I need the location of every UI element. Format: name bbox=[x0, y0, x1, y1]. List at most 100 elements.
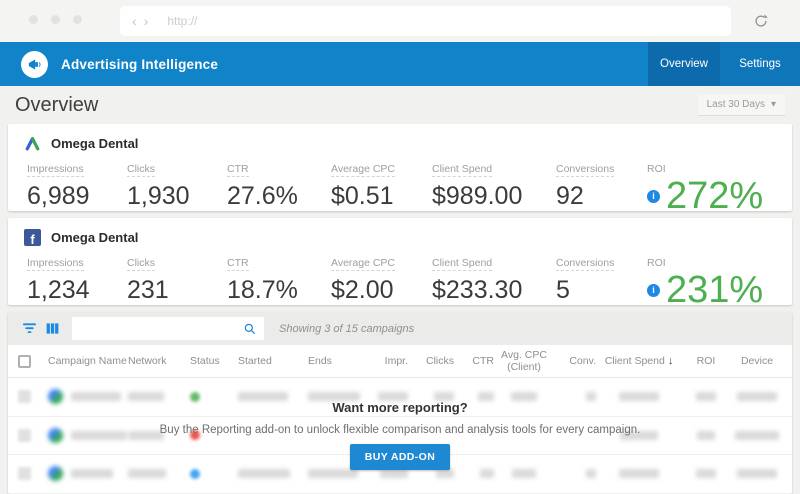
blurred-cell bbox=[696, 392, 716, 401]
campaign-card-facebook: f Omega Dental Impressions 1,234 Clicks … bbox=[8, 218, 792, 305]
metric-label: Clicks bbox=[127, 257, 155, 271]
filter-icon[interactable] bbox=[22, 322, 37, 335]
blurred-cell bbox=[128, 431, 164, 440]
tab-overview[interactable]: Overview bbox=[648, 42, 720, 86]
search-box[interactable] bbox=[72, 317, 264, 340]
address-bar[interactable]: ‹ › bbox=[120, 6, 731, 36]
column-header-device[interactable]: Device bbox=[730, 355, 784, 367]
info-icon[interactable]: i bbox=[647, 284, 660, 297]
blurred-cell bbox=[434, 392, 454, 401]
page-title: Overview bbox=[15, 94, 98, 117]
table-toolbar: Showing 3 of 15 campaigns bbox=[8, 312, 792, 345]
column-header-conversions[interactable]: Conv. bbox=[554, 355, 596, 367]
column-header-campaign-name[interactable]: Campaign Name bbox=[48, 355, 128, 367]
page-header: Overview Last 30 Days ▾ bbox=[8, 86, 792, 124]
select-all-checkbox[interactable] bbox=[18, 355, 31, 368]
row-checkbox[interactable] bbox=[18, 467, 31, 480]
metric-label: Impressions bbox=[27, 163, 84, 177]
campaigns-table: Showing 3 of 15 campaigns Campaign Name … bbox=[8, 312, 792, 494]
header-tabs: Overview Settings bbox=[648, 42, 800, 86]
blurred-cell bbox=[128, 392, 164, 401]
search-icon[interactable] bbox=[243, 322, 257, 336]
metric-label: Client Spend bbox=[432, 257, 492, 271]
sort-desc-icon[interactable]: ↓ bbox=[668, 355, 674, 368]
metrics-row: Impressions 6,989 Clicks 1,930 CTR 27.6%… bbox=[8, 152, 792, 213]
metric-clicks: Clicks 1,930 bbox=[127, 159, 227, 213]
blurred-cell bbox=[620, 431, 658, 440]
metric-client-spend: Client Spend $233.30 bbox=[432, 253, 556, 307]
metric-value: 92 bbox=[556, 183, 647, 211]
column-header-label: Client Spend bbox=[605, 355, 665, 367]
metric-value: $0.51 bbox=[331, 183, 432, 211]
metric-label: Average CPC bbox=[331, 257, 395, 271]
metric-value: 231 bbox=[127, 277, 227, 305]
blurred-cell bbox=[378, 392, 408, 401]
blurred-cell bbox=[478, 392, 494, 401]
column-header-roi[interactable]: ROI bbox=[682, 355, 730, 367]
facebook-icon: f bbox=[24, 229, 41, 246]
column-header-ends[interactable]: Ends bbox=[300, 355, 364, 367]
blurred-cell bbox=[737, 392, 777, 401]
metric-label: Client Spend bbox=[432, 163, 492, 177]
column-header-network[interactable]: Network bbox=[128, 355, 184, 367]
roi-value: 231% bbox=[666, 273, 763, 307]
metric-value: 6,989 bbox=[27, 183, 127, 211]
search-input[interactable] bbox=[79, 323, 243, 335]
tab-settings[interactable]: Settings bbox=[720, 42, 800, 86]
forward-icon[interactable]: › bbox=[144, 14, 149, 28]
column-header-started[interactable]: Started bbox=[230, 355, 300, 367]
back-icon[interactable]: ‹ bbox=[132, 14, 137, 28]
blurred-cell bbox=[619, 469, 659, 478]
url-input[interactable] bbox=[167, 14, 719, 28]
metric-client-spend: Client Spend $989.00 bbox=[432, 159, 556, 213]
column-header-avg-cpc[interactable]: Avg. CPC (Client) bbox=[494, 349, 554, 373]
page-content: Overview Last 30 Days ▾ Omega Dental Imp… bbox=[0, 86, 800, 494]
window-dot-icon bbox=[29, 15, 38, 24]
table-body: Want more reporting? Buy the Reporting a… bbox=[8, 378, 792, 494]
row-checkbox[interactable] bbox=[18, 429, 31, 442]
network-icon bbox=[48, 466, 63, 481]
buy-addon-button[interactable]: BUY ADD-ON bbox=[350, 444, 451, 470]
blurred-cell bbox=[480, 469, 494, 478]
column-header-clicks[interactable]: Clicks bbox=[408, 355, 454, 367]
metrics-row: Impressions 1,234 Clicks 231 CTR 18.7% A… bbox=[8, 246, 792, 307]
metric-value: 1,234 bbox=[27, 277, 127, 305]
blurred-cell bbox=[696, 469, 716, 478]
app-title: Advertising Intelligence bbox=[61, 57, 218, 72]
metric-label: CTR bbox=[227, 257, 249, 271]
results-count: Showing 3 of 15 campaigns bbox=[279, 323, 414, 335]
screen: ‹ › Advertising Intelligence Overview Se… bbox=[0, 0, 800, 494]
metric-value: $989.00 bbox=[432, 183, 556, 211]
blurred-cell bbox=[238, 469, 290, 478]
status-dot bbox=[190, 392, 200, 402]
metric-impressions: Impressions 6,989 bbox=[27, 159, 127, 213]
row-checkbox[interactable] bbox=[18, 390, 31, 403]
column-header-client-spend[interactable]: Client Spend ↓ bbox=[596, 355, 682, 368]
blurred-cell bbox=[619, 392, 659, 401]
blurred-cell bbox=[71, 469, 113, 478]
app-header: Advertising Intelligence Overview Settin… bbox=[0, 42, 800, 86]
blurred-cell bbox=[71, 392, 121, 401]
blurred-cell bbox=[308, 392, 360, 401]
column-header-impressions[interactable]: Impr. bbox=[364, 355, 408, 367]
blurred-cell bbox=[308, 469, 358, 478]
browser-chrome: ‹ › bbox=[0, 0, 800, 42]
account-name: Omega Dental bbox=[51, 136, 138, 151]
blurred-cell bbox=[71, 431, 127, 440]
columns-icon[interactable] bbox=[46, 323, 59, 334]
metric-label: Conversions bbox=[556, 257, 614, 271]
refresh-icon[interactable] bbox=[752, 12, 770, 30]
metric-clicks: Clicks 231 bbox=[127, 253, 227, 307]
blurred-cell bbox=[697, 431, 715, 440]
table-header-row: Campaign Name Network Status Started End… bbox=[8, 345, 792, 378]
column-header-ctr[interactable]: CTR bbox=[454, 355, 494, 367]
metric-value: 1,930 bbox=[127, 183, 227, 211]
metric-label: Impressions bbox=[27, 257, 84, 271]
blurred-cell bbox=[512, 469, 536, 478]
column-header-status[interactable]: Status bbox=[184, 355, 230, 367]
date-range-dropdown[interactable]: Last 30 Days ▾ bbox=[698, 94, 785, 116]
info-icon[interactable]: i bbox=[647, 190, 660, 203]
metric-label: Clicks bbox=[127, 163, 155, 177]
card-header: f Omega Dental bbox=[8, 218, 792, 246]
blurred-cell bbox=[735, 431, 779, 440]
